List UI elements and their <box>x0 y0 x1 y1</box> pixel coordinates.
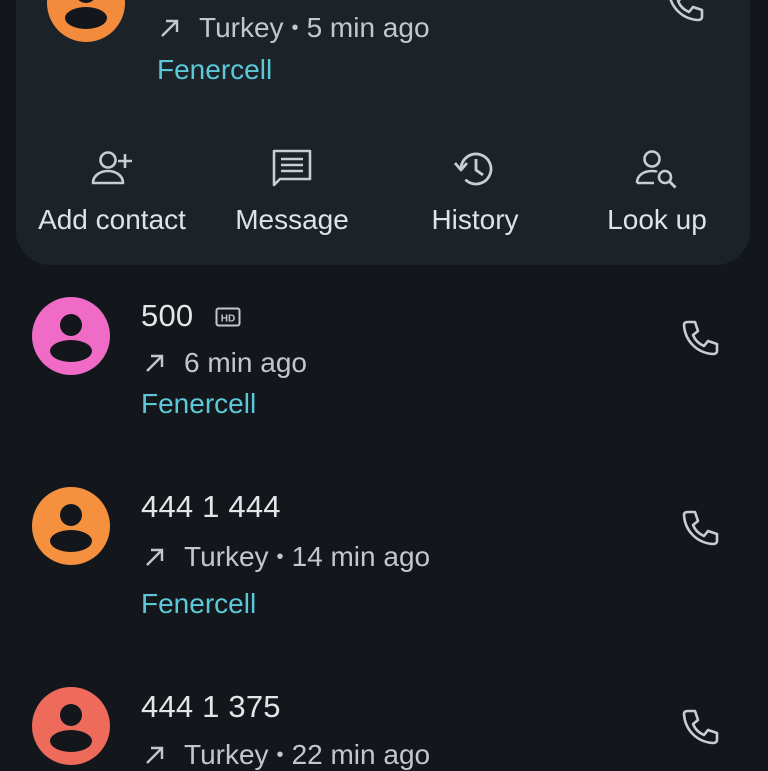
person-icon <box>50 704 92 752</box>
add-contact-button[interactable]: Add contact <box>17 146 207 236</box>
history-button[interactable]: History <box>380 146 570 236</box>
outgoing-call-arrow-icon <box>161 19 179 37</box>
call-location: Turkey <box>184 739 269 770</box>
person-icon <box>50 504 92 552</box>
call-number[interactable]: 444 1 375 <box>141 689 281 725</box>
call-time: 14 min ago <box>291 541 431 572</box>
separator-dot: • <box>291 16 299 39</box>
outgoing-call-arrow-icon <box>146 746 164 764</box>
svg-text:HD: HD <box>221 314 235 325</box>
carrier-label: Fenercell <box>141 588 257 619</box>
add-contact-label: Add contact <box>38 204 186 235</box>
call-phone-icon[interactable] <box>677 705 721 749</box>
hd-call-icon: HD <box>215 307 241 327</box>
call-phone-icon[interactable] <box>662 0 706 26</box>
outgoing-call-arrow-icon <box>146 354 164 372</box>
contact-avatar[interactable] <box>32 687 110 765</box>
call-number[interactable]: 444 1 444 <box>141 489 281 525</box>
call-details: Turkey • 22 min ago <box>142 739 430 771</box>
call-location: Turkey <box>184 541 269 572</box>
call-details: 6 min ago <box>142 347 307 379</box>
contact-avatar[interactable] <box>32 487 110 565</box>
look-up-label: Look up <box>607 204 707 235</box>
call-phone-icon[interactable] <box>677 506 721 550</box>
person-icon <box>50 314 92 362</box>
history-icon <box>453 152 493 186</box>
call-number[interactable]: 500 <box>141 298 193 334</box>
call-phone-icon[interactable] <box>677 316 721 360</box>
separator-dot: • <box>276 743 284 766</box>
separator-dot: • <box>276 545 284 568</box>
call-time: 5 min ago <box>306 12 430 43</box>
contact-avatar[interactable] <box>32 297 110 375</box>
look-up-button[interactable]: Look up <box>562 146 752 236</box>
message-icon <box>272 149 312 187</box>
call-time: 6 min ago <box>184 347 307 378</box>
outgoing-call-arrow-icon <box>146 548 164 566</box>
call-details: Turkey • 5 min ago <box>157 12 430 44</box>
history-label: History <box>431 204 519 235</box>
call-details: Turkey • 14 min ago <box>142 541 430 573</box>
carrier-label: Fenercell <box>141 388 257 419</box>
message-button[interactable]: Message <box>197 146 387 236</box>
call-location: Turkey <box>199 12 284 43</box>
add-person-icon <box>91 151 132 185</box>
person-search-icon <box>635 150 677 189</box>
carrier-label: Fenercell <box>157 54 273 85</box>
call-time: 22 min ago <box>291 739 431 770</box>
message-label: Message <box>235 204 349 235</box>
